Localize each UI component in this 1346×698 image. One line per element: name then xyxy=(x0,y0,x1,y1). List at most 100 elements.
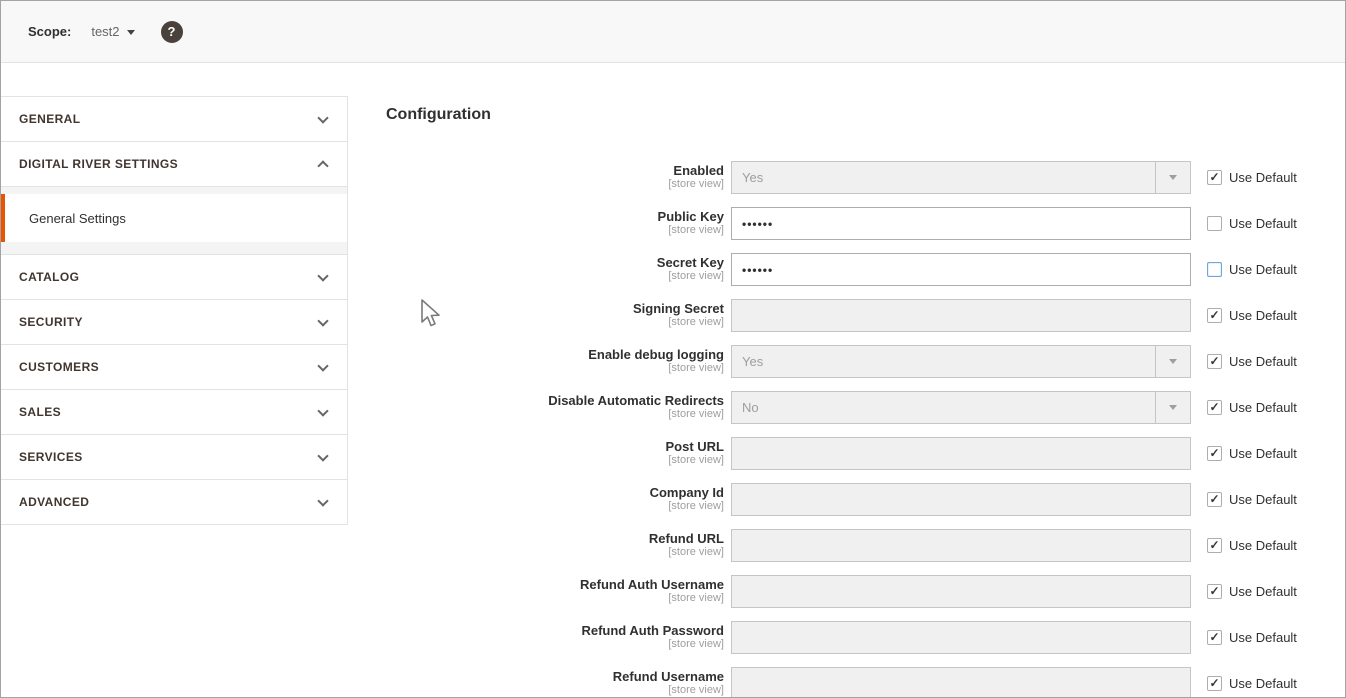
use-default-label: Use Default xyxy=(1229,676,1297,691)
field-scope-note: [store view] xyxy=(386,500,724,513)
use-default-checkbox[interactable]: ✓ xyxy=(1207,308,1222,323)
field-scope-note: [store view] xyxy=(386,270,724,283)
field-scope-note: [store view] xyxy=(386,454,724,467)
field-label: Company Id xyxy=(386,485,724,500)
use-default-checkbox[interactable] xyxy=(1207,216,1222,231)
config-field-row-signing-secret: Signing Secret [store view] ✓ Use Defaul… xyxy=(386,299,1316,332)
use-default-checkbox[interactable]: ✓ xyxy=(1207,630,1222,645)
field-scope-note: [store view] xyxy=(386,592,724,605)
use-default-checkbox[interactable]: ✓ xyxy=(1207,492,1222,507)
sidebar-item-general-settings[interactable]: General Settings xyxy=(1,194,347,242)
field-value: Yes xyxy=(732,346,1155,377)
input-refund-url xyxy=(731,529,1191,562)
field-label: Refund Auth Username xyxy=(386,577,724,592)
input-signing-secret xyxy=(731,299,1191,332)
use-default-toggle[interactable]: ✓ Use Default xyxy=(1207,492,1297,507)
use-default-toggle[interactable]: Use Default xyxy=(1207,216,1297,231)
field-scope-note: [store view] xyxy=(386,638,724,651)
select-chevron-down-icon xyxy=(1155,392,1190,423)
field-value xyxy=(732,300,1190,331)
use-default-label: Use Default xyxy=(1229,538,1297,553)
use-default-toggle[interactable]: ✓ Use Default xyxy=(1207,354,1297,369)
field-value xyxy=(732,576,1190,607)
field-label: Refund Username xyxy=(386,669,724,684)
input-refund-auth-username xyxy=(731,575,1191,608)
help-icon[interactable]: ? xyxy=(161,21,183,43)
input-public-key[interactable]: •••••• xyxy=(731,207,1191,240)
select-chevron-down-icon xyxy=(1155,162,1190,193)
input-post-url xyxy=(731,437,1191,470)
chevron-up-icon xyxy=(317,160,328,171)
field-value xyxy=(732,530,1190,561)
use-default-checkbox[interactable] xyxy=(1207,262,1222,277)
chevron-down-icon xyxy=(317,405,328,416)
use-default-toggle[interactable]: ✓ Use Default xyxy=(1207,446,1297,461)
sidebar-section-general[interactable]: GENERAL xyxy=(1,97,347,142)
use-default-label: Use Default xyxy=(1229,446,1297,461)
sidebar-section-digital-river-settings[interactable]: DIGITAL RIVER SETTINGS xyxy=(1,142,347,187)
use-default-label: Use Default xyxy=(1229,308,1297,323)
sidebar-subpanel: General Settings xyxy=(1,187,347,255)
input-refund-username xyxy=(731,667,1191,698)
use-default-toggle[interactable]: ✓ Use Default xyxy=(1207,584,1297,599)
select-disable-automatic-redirects: No xyxy=(731,391,1191,424)
select-chevron-down-icon xyxy=(1155,346,1190,377)
use-default-checkbox[interactable]: ✓ xyxy=(1207,354,1222,369)
field-scope-note: [store view] xyxy=(386,408,724,421)
sidebar-section-security[interactable]: SECURITY xyxy=(1,300,347,345)
use-default-label: Use Default xyxy=(1229,400,1297,415)
config-field-row-company-id: Company Id [store view] ✓ Use Default xyxy=(386,483,1316,516)
config-form: Enabled [store view] Yes ✓ Use Default P… xyxy=(386,161,1316,698)
use-default-toggle[interactable]: ✓ Use Default xyxy=(1207,538,1297,553)
config-field-row-refund-username: Refund Username [store view] ✓ Use Defau… xyxy=(386,667,1316,698)
use-default-label: Use Default xyxy=(1229,216,1297,231)
scope-value: test2 xyxy=(91,24,119,39)
use-default-checkbox[interactable]: ✓ xyxy=(1207,676,1222,691)
config-field-row-refund-auth-username: Refund Auth Username [store view] ✓ Use … xyxy=(386,575,1316,608)
select-enable-debug-logging: Yes xyxy=(731,345,1191,378)
config-field-row-secret-key: Secret Key [store view] •••••• Use Defau… xyxy=(386,253,1316,286)
scope-bar: Scope: test2 ? xyxy=(1,1,1345,63)
field-value xyxy=(732,484,1190,515)
input-refund-auth-password xyxy=(731,621,1191,654)
config-field-row-disable-automatic-redirects: Disable Automatic Redirects [store view]… xyxy=(386,391,1316,424)
sidebar-section-catalog[interactable]: CATALOG xyxy=(1,255,347,300)
field-label: Public Key xyxy=(386,209,724,224)
field-value xyxy=(732,438,1190,469)
field-value: No xyxy=(732,392,1155,423)
field-label: Secret Key xyxy=(386,255,724,270)
sidebar-section-customers[interactable]: CUSTOMERS xyxy=(1,345,347,390)
page-title: Configuration xyxy=(386,106,491,124)
field-value: •••••• xyxy=(732,208,1190,239)
input-secret-key[interactable]: •••••• xyxy=(731,253,1191,286)
sidebar-section-sales[interactable]: SALES xyxy=(1,390,347,435)
use-default-toggle[interactable]: ✓ Use Default xyxy=(1207,308,1297,323)
field-label: Refund URL xyxy=(386,531,724,546)
sidebar-section-services[interactable]: SERVICES xyxy=(1,435,347,480)
use-default-checkbox[interactable]: ✓ xyxy=(1207,584,1222,599)
chevron-down-icon xyxy=(317,360,328,371)
field-scope-note: [store view] xyxy=(386,362,724,375)
field-value xyxy=(732,622,1190,653)
use-default-toggle[interactable]: ✓ Use Default xyxy=(1207,630,1297,645)
use-default-label: Use Default xyxy=(1229,262,1297,277)
scope-switcher[interactable]: test2 xyxy=(91,24,134,39)
use-default-checkbox[interactable]: ✓ xyxy=(1207,170,1222,185)
sidebar-section-advanced[interactable]: ADVANCED xyxy=(1,480,347,525)
field-scope-note: [store view] xyxy=(386,684,724,697)
admin-config-page: Scope: test2 ? GENERAL DIGITAL RIVER SET… xyxy=(0,0,1346,698)
field-scope-note: [store view] xyxy=(386,224,724,237)
use-default-checkbox[interactable]: ✓ xyxy=(1207,538,1222,553)
use-default-toggle[interactable]: ✓ Use Default xyxy=(1207,676,1297,691)
use-default-label: Use Default xyxy=(1229,584,1297,599)
scope-label: Scope: xyxy=(28,24,71,39)
use-default-toggle[interactable]: ✓ Use Default xyxy=(1207,170,1297,185)
use-default-checkbox[interactable]: ✓ xyxy=(1207,400,1222,415)
field-scope-note: [store view] xyxy=(386,178,724,191)
caret-down-icon xyxy=(127,30,135,35)
use-default-checkbox[interactable]: ✓ xyxy=(1207,446,1222,461)
sidebar: GENERAL DIGITAL RIVER SETTINGS General S… xyxy=(1,96,348,525)
chevron-down-icon xyxy=(317,270,328,281)
use-default-toggle[interactable]: Use Default xyxy=(1207,262,1297,277)
use-default-toggle[interactable]: ✓ Use Default xyxy=(1207,400,1297,415)
